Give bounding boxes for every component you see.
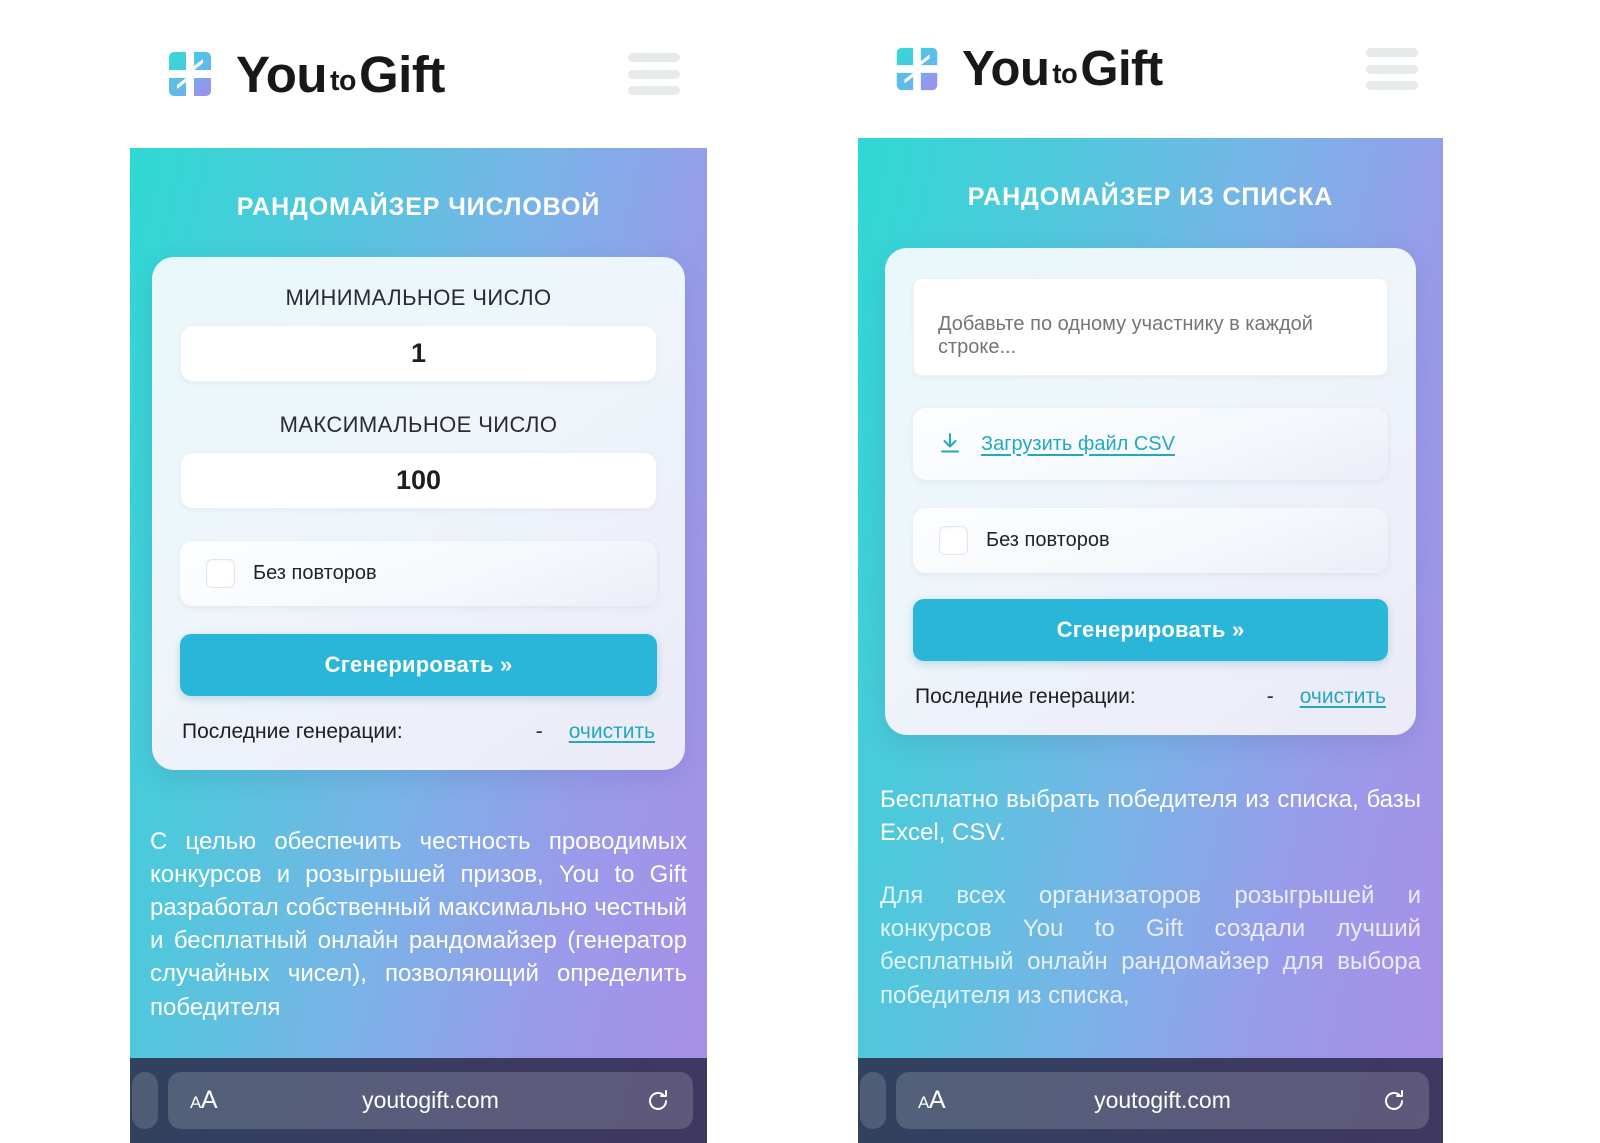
no-repeats-row[interactable]: Без повторов	[180, 541, 657, 606]
hamburger-bar	[628, 86, 680, 95]
no-repeats-checkbox[interactable]	[206, 559, 235, 588]
generate-button[interactable]: Сгенерировать »	[913, 599, 1388, 661]
randomizer-card: Загрузить файл CSV Без повторов Сгенерир…	[885, 248, 1416, 735]
brand-name-part2: Gift	[1080, 41, 1163, 96]
phone-screenshot-list-randomizer: You toGift РАНДОМАЙЗЕР ИЗ СПИСКА Добавьт…	[858, 0, 1443, 1143]
brand-logo[interactable]: You toGift	[891, 43, 1163, 95]
phone-screenshot-number-randomizer: You toGift РАНДОМАЙЗЕР ЧИСЛОВОЙ МИНИМАЛЬН…	[130, 0, 707, 1143]
browser-back-button[interactable]	[132, 1072, 158, 1129]
description-paragraph: Бесплатно выбрать победителя из списка, …	[880, 786, 1421, 847]
site-header: You toGift	[130, 0, 707, 148]
no-repeats-row[interactable]: Без повторов	[913, 508, 1388, 573]
max-number-label: МАКСИМАЛЬНОЕ ЧИСЛО	[279, 412, 558, 437]
hamburger-bar	[1366, 81, 1418, 90]
hamburger-bar	[628, 53, 680, 62]
history-empty-dash: -	[1266, 685, 1274, 708]
history-empty-dash: -	[535, 720, 543, 743]
brand-logo[interactable]: You toGift	[163, 47, 445, 101]
browser-toolbar: AA youtogift.com	[858, 1058, 1443, 1143]
download-file-icon	[937, 431, 963, 457]
hamburger-menu-icon[interactable]	[1366, 48, 1418, 90]
hamburger-menu-icon[interactable]	[628, 53, 680, 95]
brand-name-part1: You	[236, 45, 328, 103]
brand-name: You toGift	[236, 49, 445, 100]
brand-name-small: to	[330, 64, 356, 97]
screenshot-stage: You toGift РАНДОМАЙЗЕР ЧИСЛОВОЙ МИНИМАЛЬН…	[0, 0, 1600, 1143]
browser-url-bar[interactable]: AA youtogift.com	[896, 1072, 1429, 1129]
description-text: С целью обеспечить честность проводимых …	[150, 825, 687, 1024]
hamburger-bar	[1366, 48, 1418, 57]
participants-textarea[interactable]	[913, 278, 1388, 376]
page-body: РАНДОМАЙЗЕР ИЗ СПИСКА Загрузить файл CSV	[858, 138, 1443, 1143]
history-label: Последние генерации:	[182, 720, 403, 743]
text-size-button[interactable]: AA	[190, 1086, 218, 1115]
url-text: youtogift.com	[1094, 1087, 1231, 1113]
browser-back-button[interactable]	[860, 1072, 886, 1129]
hamburger-bar	[628, 69, 680, 79]
history-row: Последние генерации: - очистить	[913, 685, 1388, 709]
brand-name-part2: Gift	[359, 45, 445, 103]
no-repeats-checkbox[interactable]	[939, 526, 968, 555]
description-paragraph: Для всех организаторов розыгрышей и конк…	[880, 882, 1421, 1009]
page-title: РАНДОМАЙЗЕР ИЗ СПИСКА	[967, 183, 1334, 211]
text-size-small-a: A	[918, 1093, 929, 1112]
browser-url-bar[interactable]: AA youtogift.com	[168, 1072, 693, 1129]
text-size-big-a: A	[200, 1086, 218, 1114]
brand-name-part1: You	[962, 41, 1050, 96]
hamburger-bar	[1366, 64, 1418, 74]
csv-upload-row[interactable]: Загрузить файл CSV	[913, 408, 1388, 480]
youtogift-logo-icon	[163, 47, 217, 101]
brand-name-small: to	[1052, 57, 1078, 89]
reload-icon[interactable]	[645, 1088, 671, 1114]
history-row: Последние генерации: - очистить	[180, 720, 657, 744]
max-number-input[interactable]	[180, 452, 657, 509]
clear-history-link[interactable]: очистить	[569, 720, 655, 744]
reload-icon[interactable]	[1381, 1088, 1407, 1114]
min-number-label: МИНИМАЛЬНОЕ ЧИСЛО	[285, 285, 552, 310]
history-label: Последние генерации:	[915, 685, 1136, 708]
generate-button[interactable]: Сгенерировать »	[180, 634, 657, 696]
min-number-input[interactable]	[180, 325, 657, 382]
page-title: РАНДОМАЙЗЕР ЧИСЛОВОЙ	[236, 193, 601, 221]
brand-name: You toGift	[962, 41, 1163, 96]
text-size-big-a: A	[928, 1086, 946, 1114]
page-body: РАНДОМАЙЗЕР ЧИСЛОВОЙ МИНИМАЛЬНОЕ ЧИСЛО М…	[130, 148, 707, 1143]
site-header: You toGift	[858, 0, 1443, 138]
youtogift-logo-icon	[891, 43, 943, 95]
description-paragraph: С целью обеспечить честность проводимых …	[150, 828, 687, 1021]
text-size-button[interactable]: AA	[918, 1086, 946, 1115]
description-text: Бесплатно выбрать победителя из списка, …	[880, 783, 1421, 1012]
text-size-small-a: A	[190, 1093, 201, 1112]
no-repeats-label: Без повторов	[986, 529, 1110, 551]
csv-upload-link[interactable]: Загрузить файл CSV	[981, 433, 1175, 456]
clear-history-link[interactable]: очистить	[1300, 685, 1386, 709]
url-text: youtogift.com	[362, 1087, 499, 1113]
randomizer-card: МИНИМАЛЬНОЕ ЧИСЛО МАКСИМАЛЬНОЕ ЧИСЛО Без…	[152, 257, 685, 770]
browser-toolbar: AA youtogift.com	[130, 1058, 707, 1143]
no-repeats-label: Без повторов	[253, 562, 377, 584]
